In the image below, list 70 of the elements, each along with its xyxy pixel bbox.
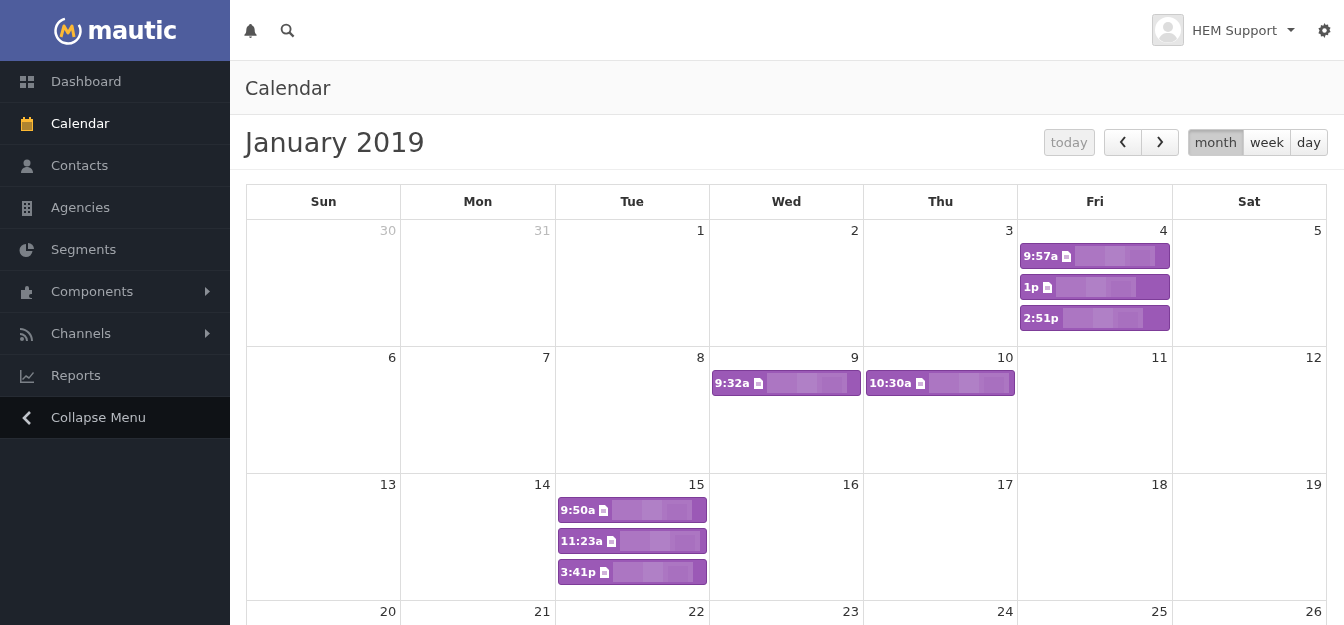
day-number: 9 <box>850 350 861 365</box>
day-number: 3 <box>1005 223 1015 238</box>
day-number: 12 <box>1305 350 1323 365</box>
day-number: 20 <box>379 604 398 619</box>
event[interactable]: 9:57a <box>1020 243 1170 269</box>
nav-item[interactable]: Agencies <box>0 187 230 229</box>
weekday-header: Tue <box>555 185 710 220</box>
previous-button[interactable] <box>1103 128 1142 156</box>
event[interactable]: 10:30a <box>866 370 1016 396</box>
page-title: Calendar <box>245 76 331 99</box>
event[interactable]: 1p <box>1020 274 1170 300</box>
nav-item[interactable]: Calendar <box>0 103 230 145</box>
day-number: 10 <box>996 350 1015 365</box>
logo-icon <box>53 15 84 46</box>
view-tab[interactable]: day <box>1290 128 1328 156</box>
day-number: 4 <box>1159 223 1169 238</box>
day-number: 18 <box>1151 477 1169 492</box>
weekday-header: Sat <box>1172 185 1327 220</box>
day-number: 14 <box>534 477 552 492</box>
day-number: 21 <box>534 604 552 619</box>
day-number: 31 <box>534 223 552 238</box>
day-number: 24 <box>996 604 1015 619</box>
day-number: 19 <box>1305 477 1323 492</box>
event[interactable]: 2:51p <box>1020 305 1170 331</box>
brand-name: mautic <box>87 16 177 45</box>
caret-icon <box>1287 28 1295 32</box>
day-number: 7 <box>542 350 552 365</box>
search-icon[interactable] <box>280 22 295 38</box>
weekday-header: Fri <box>1018 185 1173 220</box>
user-menu-button[interactable]: HEM Support <box>1192 22 1295 38</box>
calendar-title: January 2019 <box>245 126 425 158</box>
puzzle-icon <box>19 283 35 300</box>
person-icon <box>19 157 35 174</box>
chevron-right-icon <box>1155 136 1164 148</box>
weekday-header: Mon <box>401 185 556 220</box>
day-number: 8 <box>696 350 706 365</box>
building-icon <box>19 199 35 216</box>
event[interactable]: 9:32a <box>711 370 862 396</box>
day-number: 16 <box>842 477 861 492</box>
day-number: 30 <box>379 223 398 238</box>
chart-icon <box>19 367 35 384</box>
collapse-menu-button[interactable]: Collapse Menu <box>0 397 230 439</box>
bell-icon[interactable] <box>243 22 258 38</box>
next-button[interactable] <box>1140 128 1179 156</box>
day-number: 11 <box>1151 350 1169 365</box>
event[interactable]: 9:50a <box>557 497 707 523</box>
view-tab[interactable]: month <box>1187 128 1244 156</box>
settings-icon[interactable] <box>1317 22 1332 38</box>
pie-icon <box>19 241 35 258</box>
day-number: 6 <box>388 350 398 365</box>
day-number: 5 <box>1313 223 1323 238</box>
day-number: 23 <box>842 604 861 619</box>
weekday-header: Sun <box>247 185 402 220</box>
event[interactable]: 3:41p <box>557 559 707 585</box>
day-number: 25 <box>1151 604 1169 619</box>
day-number: 13 <box>379 477 398 492</box>
day-number: 15 <box>688 477 706 492</box>
rss-icon <box>19 325 35 342</box>
day-number: 2 <box>850 223 861 238</box>
calendar-icon <box>19 115 35 132</box>
day-number: 1 <box>696 223 706 238</box>
view-tab[interactable]: week <box>1242 128 1292 156</box>
weekday-header: Thu <box>864 185 1019 220</box>
chevron-left-icon <box>1118 136 1127 148</box>
day-number: 26 <box>1305 604 1323 619</box>
grid-icon <box>19 73 35 90</box>
day-number: 17 <box>996 477 1015 492</box>
day-number: 22 <box>688 604 706 619</box>
weekday-header: Wed <box>709 185 865 220</box>
event[interactable]: 11:23a <box>557 528 707 554</box>
